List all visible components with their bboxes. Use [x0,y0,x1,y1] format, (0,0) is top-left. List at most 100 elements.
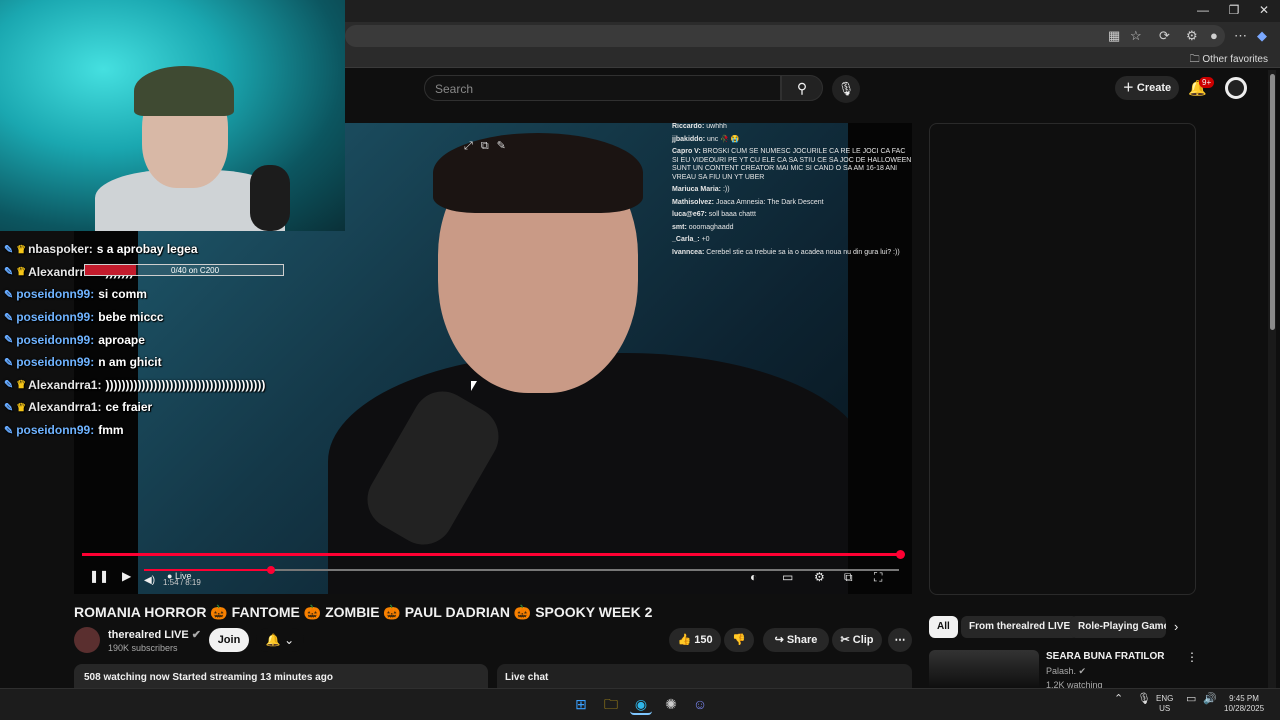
speaker-icon[interactable]: 🔊 [1203,694,1217,705]
video-chat-message: _Carla_: +0 [672,236,912,245]
more-vertical-icon[interactable]: ⋮ [1186,650,1198,664]
overlay-chat-user: poseidonn99: [16,287,95,302]
video-chat-user: smt: [672,223,687,231]
overlay-chat-message: ✎ ♛ Alexandrra1:))))))))))))))))))))))))))… [4,374,334,397]
chip-role-playing[interactable]: Role-Playing Games [1070,616,1166,638]
edge-browser-icon[interactable]: ◉ [630,693,652,715]
windows-start-icon[interactable]: ⊞ [570,693,592,715]
scrollbar-thumb[interactable] [1270,74,1275,330]
overlay-chat-message: ✎ poseidonn99: si comm [4,283,334,306]
address-bar[interactable] [345,25,1225,47]
apps-icon[interactable]: ▦ [1108,28,1120,44]
subscribe-notifications-button[interactable]: 🔔 ⌄ [256,628,304,652]
voice-search-button[interactable]: 🎙 [832,75,860,103]
account-avatar[interactable] [1225,77,1247,99]
refresh-icon[interactable]: ⟳ [1159,28,1170,44]
overlay-chat-text: si comm [98,287,147,302]
dislike-button[interactable]: 👎 [724,628,754,652]
overlay-chat-message: ✎ poseidonn99: fmm [4,419,334,442]
copilot-icon[interactable]: ◆ [1257,28,1267,44]
fullscreen-icon[interactable]: ⛶ [874,570,882,585]
video-chat-message: Mariuca Maria: :)) [672,186,912,195]
chevron-right-icon[interactable]: › [1174,619,1178,634]
chatgpt-icon[interactable]: ✺ [660,693,682,715]
video-chat-message: jjbakiddo: unc 🥀 😭 [672,136,912,145]
ad-placeholder [929,123,1196,595]
recommendation-title[interactable]: SEARA BUNA FRATILOR [1046,651,1165,662]
pip-icon[interactable]: ⧉ [481,140,489,152]
channel-name[interactable]: therealred LIVE ✔ [108,628,201,641]
tray-mic-icon[interactable]: 🎙 [1137,694,1151,705]
video-chat-user: luca@e67: [672,211,707,218]
live-progress-handle[interactable] [896,550,905,559]
channel-avatar[interactable] [74,627,100,653]
search-icon: ⚲ [796,80,808,96]
profile-icon[interactable]: ● [1210,28,1218,43]
video-chat-user: Riccardo: [672,123,705,130]
video-embedded-chat: Riccardo: uwhhh jjbakiddo: unc 🥀 😭 Capro V… [672,123,912,261]
join-button[interactable]: Join [209,628,249,652]
minimize-button[interactable]: — [1193,3,1213,17]
crown-badge-icon: ♛ [16,266,27,279]
chip-from-channel[interactable]: From therealred LIVE [961,616,1079,638]
verified-icon: ✔ [191,629,201,641]
video-chat-text: soll baaa chattt [708,211,756,218]
live-chat-header[interactable]: Live chat [497,664,912,688]
extensions-icon[interactable]: ⚙ [1186,28,1198,44]
volume-icon[interactable]: ◀) [144,575,155,586]
video-chat-text: :)) [722,186,730,193]
time-display: 1:54 / 8:19 [163,578,201,587]
crown-badge-icon: ♛ [16,379,27,392]
video-chat-user: Ivanncea: [672,248,705,256]
folder-icon: 🗀 [1189,54,1203,65]
language-indicator[interactable]: ENG US [1156,694,1173,714]
pause-icon[interactable]: ❚❚ [89,569,109,583]
like-button[interactable]: 👍 150 [669,628,721,652]
video-chat-user: Mathisolvez: [672,198,715,206]
autoplay-toggle-icon[interactable]: ◐ [750,570,757,584]
mod-badge-icon: ✎ [4,379,14,392]
mod-badge-icon: ✎ [4,311,14,324]
search-button[interactable]: ⚲ [781,75,823,101]
overlay-chat-text: fmm [98,423,124,438]
overlay-goal-text: 0/40 on C200 [171,266,220,275]
recommendation-channel[interactable]: Palash. ✔ [1046,666,1086,677]
network-icon[interactable]: ▭ [1186,694,1196,705]
settings-gear-icon[interactable]: ⚙ [814,570,825,584]
overlay-goal-fill [85,265,137,275]
expand-icon[interactable]: ⤢ [464,140,473,152]
mod-badge-icon: ✎ [4,288,14,301]
file-explorer-icon[interactable]: 🗀 [600,693,622,715]
more-menu-icon[interactable]: ⋯ [1234,28,1247,44]
mod-badge-icon: ✎ [4,401,14,414]
create-button[interactable]: ＋ Create [1115,76,1179,100]
tray-chevron-up-icon[interactable]: ⌃ [1114,694,1123,705]
mouse-cursor [471,381,477,391]
overlay-chat-text: s a aprobay legea [96,242,198,257]
description-box[interactable]: 508 watching now Started streaming 13 mi… [74,664,488,688]
search-input[interactable]: Search [424,75,781,101]
close-window-button[interactable]: ✕ [1254,3,1274,17]
share-button[interactable]: ↪ Share [763,628,829,652]
other-favorites[interactable]: 🗀 Other favorites [1190,52,1268,69]
maximize-button[interactable]: ❐ [1224,3,1244,17]
mod-badge-icon: ✎ [4,334,14,347]
recommendation-thumbnail[interactable] [929,650,1039,690]
overlay-chat-message: ✎ ♛ Alexandrra1: ce fraier [4,396,334,419]
clip-button[interactable]: ✂ Clip [832,628,882,652]
discord-icon[interactable]: ☺ [689,693,711,715]
next-icon[interactable]: ▶ [122,569,131,583]
overlay-goal-bar: 0/40 on C200 [84,264,284,276]
clock[interactable]: 9:45 PM 10/28/2025 [1224,694,1264,714]
video-chat-message: luca@e67: soll baaa chattt [672,211,912,220]
favorite-star-icon[interactable]: ☆ [1130,28,1142,44]
miniplayer-icon[interactable]: ⧉ [844,570,853,585]
more-actions-button[interactable]: ⋯ [888,628,912,652]
more-horizontal-icon: ⋯ [894,634,906,646]
chip-all[interactable]: All [929,616,958,638]
overlay-chat-user: poseidonn99: [16,310,95,325]
inner-seek-handle[interactable] [267,566,275,574]
subtitles-icon[interactable]: ▭ [782,570,793,584]
live-progress-bar[interactable] [82,553,902,556]
notes-icon[interactable]: ✎ [497,140,506,152]
